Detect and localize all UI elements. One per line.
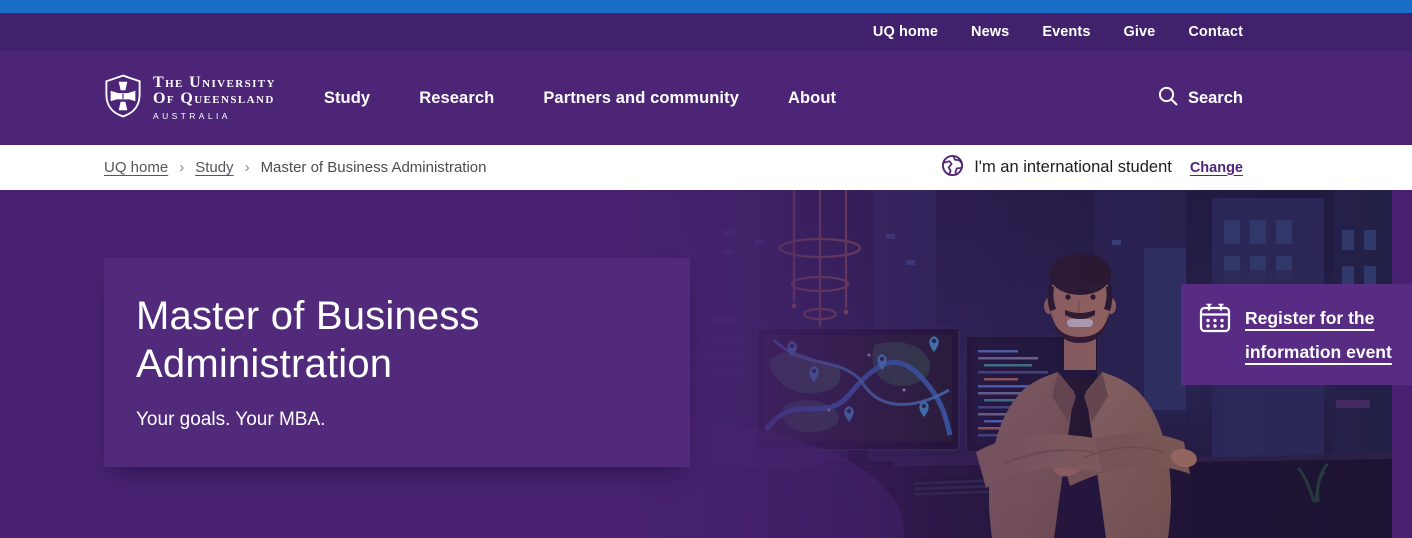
nav-about[interactable]: About [788, 89, 836, 108]
top-accent-bar [0, 0, 1412, 13]
nav-research[interactable]: Research [419, 89, 494, 108]
logo-country: Australia [153, 111, 276, 121]
logo-name-line1: The University [153, 75, 276, 91]
utility-link-news[interactable]: News [971, 24, 1009, 40]
breadcrumb-current-page: Master of Business Administration [261, 159, 487, 176]
uq-shield-icon [104, 74, 142, 123]
callout-line1: Register for the [1245, 301, 1392, 335]
nav-partners-community[interactable]: Partners and community [543, 89, 739, 108]
utility-nav: UQ home News Events Give Contact [0, 13, 1412, 51]
utility-link-contact[interactable]: Contact [1188, 24, 1243, 40]
site-header: The University Of Queensland Australia S… [0, 51, 1412, 145]
utility-link-events[interactable]: Events [1042, 24, 1090, 40]
calendar-icon [1199, 303, 1231, 369]
globe-icon [941, 154, 964, 182]
search-button[interactable]: Search [1157, 85, 1243, 112]
hero-subtitle: Your goals. Your MBA. [136, 409, 690, 431]
search-icon [1157, 85, 1179, 112]
breadcrumb-link-uq-home[interactable]: UQ home [104, 159, 168, 176]
primary-nav: Study Research Partners and community Ab… [324, 89, 836, 108]
callout-line2: information event [1245, 335, 1392, 369]
hero-section: Master of Business Administration Your g… [0, 190, 1412, 538]
breadcrumb-bar: UQ home › Study › Master of Business Adm… [0, 145, 1412, 190]
logo-name-line2: Of Queensland [153, 91, 276, 107]
breadcrumb: UQ home › Study › Master of Business Adm… [104, 159, 487, 176]
register-event-link[interactable]: Register for the information event [1181, 284, 1412, 385]
utility-link-give[interactable]: Give [1123, 24, 1155, 40]
breadcrumb-separator: › [245, 159, 250, 176]
utility-link-uq-home[interactable]: UQ home [873, 24, 938, 40]
breadcrumb-link-study[interactable]: Study [195, 159, 233, 176]
audience-label: I'm an international student [974, 158, 1172, 177]
search-label: Search [1188, 89, 1243, 108]
hero-title-box: Master of Business Administration Your g… [104, 258, 690, 467]
page-title: Master of Business Administration [136, 292, 636, 388]
audience-change-link[interactable]: Change [1190, 160, 1243, 176]
audience-selector: I'm an international student Change [941, 154, 1243, 182]
uq-logo[interactable]: The University Of Queensland Australia [104, 74, 276, 123]
nav-study[interactable]: Study [324, 89, 370, 108]
breadcrumb-separator: › [179, 159, 184, 176]
